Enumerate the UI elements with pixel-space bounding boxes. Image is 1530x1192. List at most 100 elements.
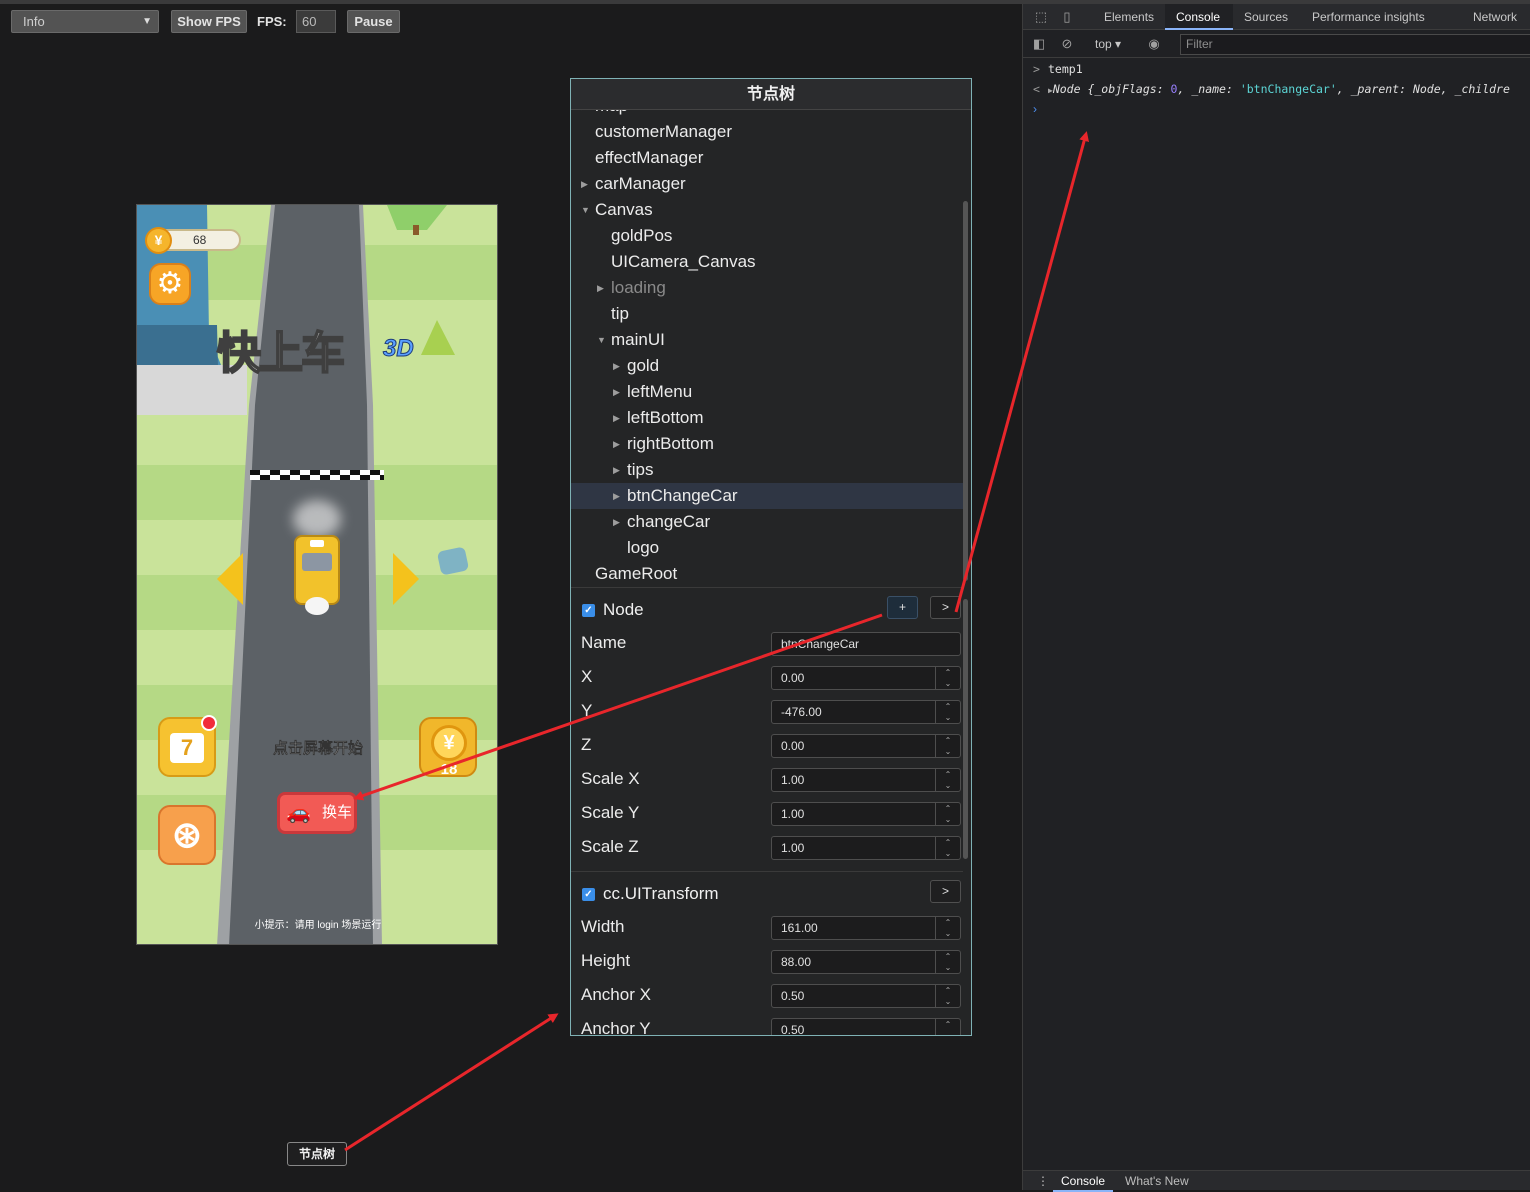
decrement-icon[interactable]: ⌄ (936, 962, 960, 973)
number-stepper[interactable]: ⌃ ⌄ (935, 735, 960, 757)
arrow-left-icon[interactable] (217, 553, 243, 605)
number-stepper[interactable]: ⌃ ⌄ (935, 985, 960, 1007)
tab-elements[interactable]: Elements (1095, 4, 1163, 30)
property-input[interactable]: 0.50 ⌃ ⌄ (771, 1018, 961, 1035)
property-input[interactable]: 161.00 ⌃ ⌄ (771, 916, 961, 940)
arrow-right-icon[interactable] (393, 553, 419, 605)
property-input[interactable]: 0.50 ⌃ ⌄ (771, 984, 961, 1008)
tab-sources[interactable]: Sources (1236, 4, 1296, 30)
property-input[interactable]: 1.00 ⌃ ⌄ (771, 768, 961, 792)
decrement-icon[interactable]: ⌄ (936, 746, 960, 757)
decrement-icon[interactable]: ⌄ (936, 996, 960, 1007)
property-input[interactable]: btnChangeCar (771, 632, 961, 656)
number-stepper[interactable]: ⌃ ⌄ (935, 667, 960, 689)
collapsed-caret-icon[interactable]: ▶ (613, 483, 620, 509)
log-level-select[interactable]: Info ▼ (11, 10, 159, 33)
tree-node[interactable]: ▶ tips (571, 457, 963, 483)
collapsed-caret-icon[interactable]: ▶ (613, 353, 620, 379)
property-input[interactable]: 0.00 ⌃ ⌄ (771, 734, 961, 758)
number-stepper[interactable]: ⌃ ⌄ (935, 769, 960, 791)
decrement-icon[interactable]: ⌄ (936, 1030, 960, 1035)
collapsed-caret-icon[interactable]: ▶ (613, 379, 620, 405)
inspect-element-icon[interactable]: ⬚ (1033, 9, 1049, 25)
tree-node[interactable]: ▼ mainUI (571, 327, 963, 353)
sidebar-toggle-icon[interactable]: ◧ (1031, 36, 1047, 52)
expanded-caret-icon[interactable]: ▼ (597, 327, 606, 353)
property-input[interactable]: 1.00 ⌃ ⌄ (771, 802, 961, 826)
number-stepper[interactable]: ⌃ ⌄ (935, 803, 960, 825)
uitransform-enabled-checkbox[interactable]: ✓ (582, 888, 595, 901)
collapsed-caret-icon[interactable]: ▶ (597, 275, 604, 301)
console-prompt-icon[interactable]: › (1033, 102, 1037, 116)
tree-node[interactable]: ▶ leftBottom (571, 405, 963, 431)
increment-icon[interactable]: ⌃ (936, 803, 960, 814)
increment-icon[interactable]: ⌃ (936, 735, 960, 746)
settings-gear-icon[interactable]: ⚙ (149, 263, 191, 305)
tree-node[interactable]: ▶ gold (571, 353, 963, 379)
increment-icon[interactable]: ⌃ (936, 951, 960, 962)
node-enabled-checkbox[interactable]: ✓ (582, 604, 595, 617)
log-component-button[interactable]: > (930, 880, 961, 903)
tree-node[interactable]: logo (571, 535, 963, 561)
increment-icon[interactable]: ⌃ (936, 701, 960, 712)
tree-node[interactable]: GameRoot (571, 561, 963, 587)
console-output-line[interactable]: < ▶Node {_objFlags: 0, _name: 'btnChange… (1023, 79, 1530, 99)
tree-node[interactable]: ▶ changeCar (571, 509, 963, 535)
fps-input[interactable]: 60 (296, 10, 336, 33)
number-stepper[interactable]: ⌃ ⌄ (935, 951, 960, 973)
game-viewport[interactable]: ¥ 68 ⚙ 快上车 3D 7 ⊛ ¥ 18 点击屏幕开始 🚗 换车 小提示：请… (136, 204, 498, 945)
decrement-icon[interactable]: ⌄ (936, 780, 960, 791)
tree-node[interactable]: customerManager (571, 119, 963, 145)
tree-node[interactable]: ▶ loading (571, 275, 963, 301)
increment-icon[interactable]: ⌃ (936, 837, 960, 848)
decrement-icon[interactable]: ⌄ (936, 712, 960, 723)
show-fps-button[interactable]: Show FPS (171, 10, 247, 33)
tree-node[interactable]: ▶ carManager (571, 171, 963, 197)
node-tree-toggle-button[interactable]: 节点树 (287, 1142, 347, 1166)
number-stepper[interactable]: ⌃ ⌄ (935, 837, 960, 859)
context-selector[interactable]: top ▾ (1095, 37, 1121, 51)
number-stepper[interactable]: ⌃ ⌄ (935, 701, 960, 723)
console-filter-input[interactable]: Filter (1180, 34, 1530, 55)
expanded-caret-icon[interactable]: ▼ (581, 197, 590, 223)
tab-network[interactable]: Network (1465, 4, 1530, 30)
increment-icon[interactable]: ⌃ (936, 1019, 960, 1030)
decrement-icon[interactable]: ⌄ (936, 928, 960, 939)
collapsed-caret-icon[interactable]: ▶ (613, 431, 620, 457)
tab-console[interactable]: Console (1165, 4, 1233, 30)
increment-icon[interactable]: ⌃ (936, 917, 960, 928)
decrement-icon[interactable]: ⌄ (936, 848, 960, 859)
collapsed-caret-icon[interactable]: ▶ (613, 509, 620, 535)
steering-wheel-button[interactable]: ⊛ (158, 805, 216, 865)
tab-performance-insights[interactable]: Performance insights (1304, 4, 1444, 30)
number-stepper[interactable]: ⌃ ⌄ (935, 917, 960, 939)
clear-console-icon[interactable]: ⊘ (1059, 36, 1075, 52)
decrement-icon[interactable]: ⌄ (936, 678, 960, 689)
tree-node[interactable]: ▶ btnChangeCar (571, 483, 963, 509)
tree-node[interactable]: ▶ rightBottom (571, 431, 963, 457)
drawer-menu-icon[interactable]: ⋮ (1037, 1173, 1049, 1189)
tree-node[interactable]: UICamera_Canvas (571, 249, 963, 275)
property-input[interactable]: 0.00 ⌃ ⌄ (771, 666, 961, 690)
collapsed-caret-icon[interactable]: ▶ (581, 171, 588, 197)
tree-node[interactable]: effectManager (571, 145, 963, 171)
add-button[interactable]: + (887, 596, 918, 619)
tree-node[interactable]: tip (571, 301, 963, 327)
log-node-button[interactable]: > (930, 596, 961, 619)
property-input[interactable]: -476.00 ⌃ ⌄ (771, 700, 961, 724)
change-car-button[interactable]: 🚗 换车 (277, 792, 357, 834)
property-input[interactable]: 88.00 ⌃ ⌄ (771, 950, 961, 974)
drawer-tab-console[interactable]: Console (1052, 1173, 1114, 1192)
tree-node[interactable]: ▶ leftMenu (571, 379, 963, 405)
increment-icon[interactable]: ⌃ (936, 667, 960, 678)
tree-node[interactable]: ▼ Canvas (571, 197, 963, 223)
collapsed-caret-icon[interactable]: ▶ (613, 457, 620, 483)
device-toolbar-icon[interactable]: ▯ (1059, 9, 1075, 25)
eye-icon[interactable]: ◉ (1146, 36, 1162, 52)
decrement-icon[interactable]: ⌄ (936, 814, 960, 825)
property-input[interactable]: 1.00 ⌃ ⌄ (771, 836, 961, 860)
collapsed-caret-icon[interactable]: ▶ (613, 405, 620, 431)
tree-node[interactable]: goldPos (571, 223, 963, 249)
pause-button[interactable]: Pause (347, 10, 400, 33)
increment-icon[interactable]: ⌃ (936, 769, 960, 780)
